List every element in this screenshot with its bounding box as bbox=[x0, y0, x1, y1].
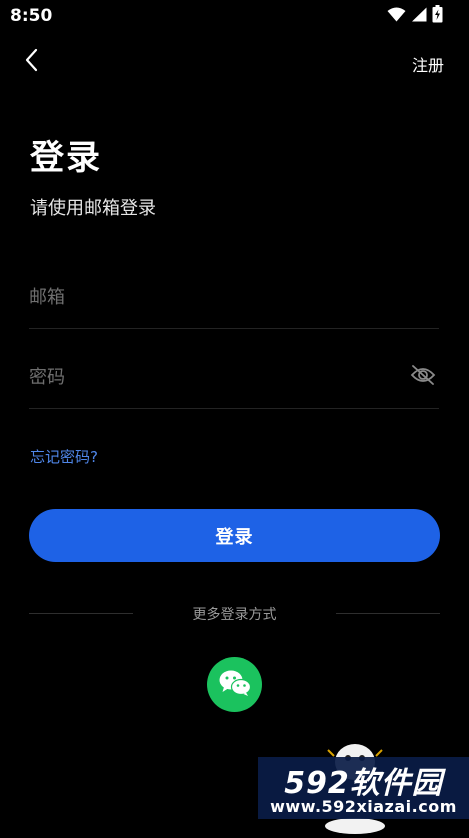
wechat-login-button[interactable] bbox=[207, 657, 262, 712]
login-button[interactable]: 登录 bbox=[29, 509, 440, 562]
password-visibility-toggle[interactable] bbox=[409, 363, 437, 391]
status-time: 8:50 bbox=[10, 6, 53, 26]
watermark-url: www.592xiazai.com bbox=[270, 797, 457, 816]
divider-right bbox=[336, 613, 440, 614]
status-bar: 8:50 bbox=[0, 0, 469, 32]
email-field-container bbox=[29, 268, 439, 329]
register-link[interactable]: 注册 bbox=[412, 52, 444, 76]
wechat-icon bbox=[218, 669, 252, 701]
password-field[interactable] bbox=[29, 362, 389, 392]
page-title: 登录 bbox=[30, 138, 102, 178]
email-field[interactable] bbox=[29, 282, 389, 312]
watermark-brand: 592软件园 bbox=[284, 766, 443, 801]
wifi-icon bbox=[387, 7, 406, 26]
chevron-left-icon bbox=[24, 48, 40, 76]
status-icons bbox=[387, 5, 443, 27]
signal-icon bbox=[411, 7, 427, 26]
eye-off-icon bbox=[410, 364, 436, 390]
more-login-label: 更多登录方式 bbox=[192, 607, 277, 623]
page-subtitle: 请使用邮箱登录 bbox=[30, 198, 156, 219]
battery-icon bbox=[432, 5, 443, 27]
password-field-container bbox=[29, 348, 439, 409]
watermark-banner: 592软件园 www.592xiazai.com bbox=[258, 757, 469, 819]
forgot-password-link[interactable]: 忘记密码? bbox=[30, 446, 98, 467]
back-button[interactable] bbox=[18, 46, 46, 78]
watermark: 592软件园 www.592xiazai.com bbox=[258, 740, 469, 834]
